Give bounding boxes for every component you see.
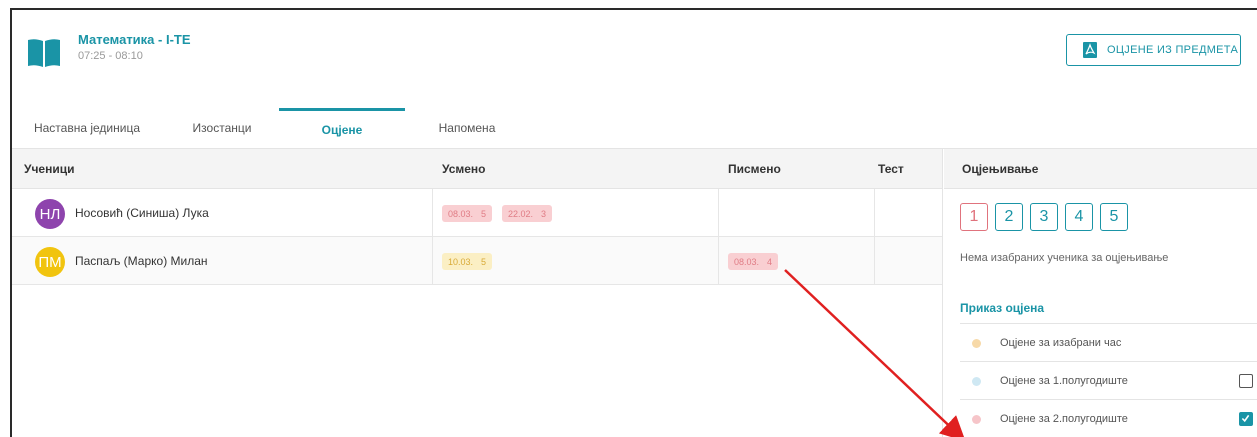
tab-label: Напомена — [438, 121, 496, 135]
subject-title: Математика - I-ТЕ — [78, 32, 191, 47]
tab-lesson-unit[interactable]: Наставна јединица — [12, 108, 162, 148]
legend-first-semester[interactable]: Оцјене за 1.полугодиште — [960, 361, 1257, 399]
grade-buttons: 1 2 3 4 5 — [960, 203, 1128, 231]
tab-grades[interactable]: Оцјене — [279, 108, 405, 148]
tab-label: Изостанци — [192, 121, 252, 135]
grade-chip[interactable]: 08.03. 4 — [728, 253, 779, 270]
dot-icon — [972, 377, 981, 386]
cell-divider — [874, 237, 875, 285]
legend-label: Оцјене за 2.полугодиште — [1000, 413, 1128, 425]
legend-second-semester[interactable]: Оцјене за 2.полугодиште — [960, 399, 1257, 437]
grades-table-header: Ученици Усмено Писмено Тест — [12, 149, 942, 189]
avatar: ПМ — [35, 247, 65, 277]
second-semester-checkbox[interactable] — [1239, 412, 1253, 426]
column-oral: Усмено — [442, 162, 486, 176]
grade-value: 3 — [541, 208, 547, 219]
column-test: Тест — [878, 162, 904, 176]
grade-4-button[interactable]: 4 — [1065, 203, 1093, 231]
cell-divider — [718, 189, 719, 237]
book-icon — [28, 39, 60, 67]
grade-value: 5 — [481, 208, 487, 219]
sidebar-divider — [942, 149, 943, 437]
lesson-time: 07:25 - 08:10 — [78, 50, 143, 62]
tab-notes[interactable]: Напомена — [422, 108, 512, 148]
dot-icon — [972, 415, 981, 424]
table-row[interactable]: ПМ Паспаљ (Марко) Милан 10.03. 5 08.03. 4 — [12, 237, 942, 285]
tab-absences[interactable]: Изостанци — [172, 108, 272, 148]
grade-chip[interactable]: 10.03. 5 — [442, 253, 493, 270]
legend-current-lesson: Оцјене за изабрани час — [960, 323, 1257, 361]
grade-1-button[interactable]: 1 — [960, 203, 988, 231]
grade-chip[interactable]: 22.02. 3 — [502, 205, 553, 222]
avatar: НЛ — [35, 199, 65, 229]
grade-value: 5 — [481, 256, 487, 267]
dot-icon — [972, 339, 981, 348]
legend-label: Оцјене за изабрани час — [1000, 337, 1122, 349]
grading-panel-title: Оцјењивање — [944, 149, 1257, 189]
cell-divider — [718, 237, 719, 285]
column-students: Ученици — [24, 162, 75, 176]
tab-label: Наставна јединица — [33, 121, 141, 135]
grades-display-title: Приказ оцјена — [960, 301, 1045, 315]
student-name[interactable]: Паспаљ (Марко) Милан — [75, 237, 208, 285]
column-written: Писмено — [728, 162, 781, 176]
grade-5-button[interactable]: 5 — [1100, 203, 1128, 231]
table-row[interactable]: НЛ Носовић (Синиша) Лука 08.03. 5 22.02. 3 — [12, 189, 942, 237]
tab-bar: Наставна јединица Изостанци Оцјене Напом… — [12, 108, 942, 148]
cell-divider — [432, 189, 433, 237]
grade-date: 10.03. — [448, 256, 474, 267]
grade-2-button[interactable]: 2 — [995, 203, 1023, 231]
check-icon — [1241, 414, 1250, 423]
grades-pdf-button[interactable]: ОЦЈЕНЕ ИЗ ПРЕДМЕТА — [1066, 34, 1241, 66]
no-students-message: Нема изабраних ученика за оцјењивање — [960, 252, 1169, 264]
student-name[interactable]: Носовић (Синиша) Лука — [75, 189, 209, 237]
tab-label: Оцјене — [321, 122, 363, 137]
cell-divider — [432, 237, 433, 285]
lesson-panel: Математика - I-ТЕ 07:25 - 08:10 ОЦЈЕНЕ И… — [10, 8, 1257, 437]
cell-divider — [874, 189, 875, 237]
first-semester-checkbox[interactable] — [1239, 374, 1253, 388]
grade-3-button[interactable]: 3 — [1030, 203, 1058, 231]
legend-label: Оцјене за 1.полугодиште — [1000, 375, 1128, 387]
grade-date: 08.03. — [448, 208, 474, 219]
lesson-header: Математика - I-ТЕ 07:25 - 08:10 — [26, 32, 191, 68]
pdf-icon — [1083, 42, 1097, 58]
grades-pdf-button-label: ОЦЈЕНЕ ИЗ ПРЕДМЕТА — [1107, 44, 1239, 56]
grade-chip[interactable]: 08.03. 5 — [442, 205, 493, 222]
grade-date: 22.02. — [508, 208, 534, 219]
grade-date: 08.03. — [734, 256, 760, 267]
grade-value: 4 — [767, 256, 773, 267]
